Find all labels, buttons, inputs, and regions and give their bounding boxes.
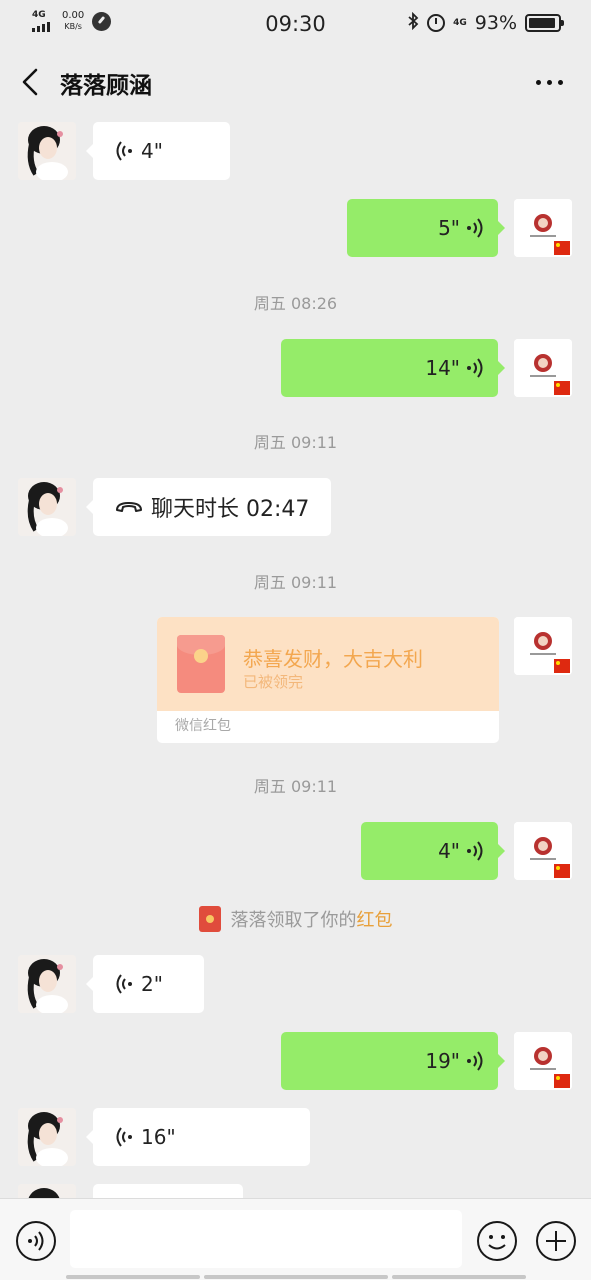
battery-icon — [525, 14, 564, 32]
message-row: 19" — [0, 1032, 591, 1090]
chevron-left-icon[interactable] — [18, 66, 46, 98]
system-message: 落落领取了你的 红包 — [0, 905, 591, 933]
timestamp: 周五 09:11 — [253, 777, 338, 796]
voice-message[interactable] — [93, 1184, 243, 1198]
avatar[interactable] — [18, 1184, 76, 1198]
bluetooth-icon — [407, 11, 419, 34]
voice-wave-icon — [116, 1127, 132, 1147]
timestamp: 周五 09:11 — [253, 573, 338, 592]
status-right: 4G 93% — [407, 11, 564, 34]
voice-duration: 2" — [141, 972, 163, 996]
red-packet-title: 恭喜发财，大吉大利 — [243, 647, 423, 671]
system-text: 落落领取了你的 — [230, 910, 357, 931]
call-message[interactable]: 聊天时长 02:47 — [86, 478, 331, 536]
more-icon[interactable] — [536, 80, 563, 85]
voice-wave-icon — [467, 841, 483, 861]
voice-duration: 14" — [425, 356, 460, 380]
voice-message[interactable]: 5" — [347, 199, 505, 257]
voice-duration: 5" — [438, 216, 460, 240]
timestamp: 周五 08:26 — [253, 294, 338, 313]
red-packet-status: 已被领完 — [243, 673, 304, 691]
plus-icon[interactable] — [536, 1221, 576, 1261]
message-row: 14" — [0, 339, 591, 397]
message-row: 恭喜发财，大吉大利 已被领完 微信红包 — [0, 617, 591, 743]
avatar[interactable] — [18, 122, 76, 180]
home-indicator — [204, 1275, 388, 1279]
voice-message[interactable]: 4" — [361, 822, 505, 880]
message-row: 2" — [0, 955, 591, 1013]
message-row: 4" — [0, 822, 591, 880]
voice-wave-icon — [116, 974, 132, 994]
red-packet-card[interactable]: 恭喜发财，大吉大利 已被领完 微信红包 — [157, 617, 499, 743]
voice-message[interactable]: 2" — [86, 955, 204, 1013]
avatar[interactable] — [514, 339, 572, 397]
chat-area[interactable]: 4" 5" 周五 08:26 14" 周五 09:11 聊天时长 02:47 周… — [0, 116, 591, 1198]
voice-message[interactable]: 16" — [86, 1108, 310, 1166]
voice-duration: 4" — [141, 139, 163, 163]
message-row: 16" — [0, 1108, 591, 1166]
voice-wave-icon — [116, 141, 132, 161]
alarm-icon — [427, 14, 446, 32]
voice-duration: 19" — [425, 1049, 460, 1073]
voice-message[interactable]: 4" — [86, 122, 230, 180]
voice-icon[interactable] — [16, 1221, 56, 1261]
voice-wave-icon — [467, 1051, 483, 1071]
voice-wave-icon — [467, 218, 483, 238]
chat-header: 落落顾涵 — [0, 48, 591, 116]
avatar[interactable] — [18, 1108, 76, 1166]
timestamp: 周五 09:11 — [253, 433, 338, 452]
voice-duration: 4" — [438, 839, 460, 863]
phone-icon — [116, 502, 142, 512]
message-row: 4" — [0, 122, 591, 180]
message-row — [0, 1184, 591, 1198]
voice-wave-icon — [467, 358, 483, 378]
message-row: 聊天时长 02:47 — [0, 478, 591, 536]
battery-percent: 93% — [474, 12, 517, 34]
message-input[interactable] — [70, 1210, 462, 1268]
voice-duration: 16" — [141, 1125, 176, 1149]
input-bar — [0, 1198, 591, 1280]
home-indicator — [392, 1275, 526, 1279]
red-packet-icon — [198, 906, 221, 932]
red-packet-body: 恭喜发财，大吉大利 已被领完 — [157, 617, 499, 711]
avatar[interactable] — [514, 617, 572, 675]
avatar[interactable] — [18, 955, 76, 1013]
network-type-right: 4G — [453, 17, 467, 28]
avatar[interactable] — [514, 822, 572, 880]
message-row: 5" — [0, 199, 591, 257]
avatar[interactable] — [18, 478, 76, 536]
red-packet-icon — [177, 635, 225, 693]
emoji-icon[interactable] — [477, 1221, 517, 1261]
avatar[interactable] — [514, 199, 572, 257]
avatar[interactable] — [514, 1032, 572, 1090]
voice-message[interactable]: 14" — [281, 339, 505, 397]
page-title: 落落顾涵 — [60, 73, 152, 99]
voice-message[interactable]: 19" — [281, 1032, 505, 1090]
home-indicator — [66, 1275, 200, 1279]
call-duration: 聊天时长 02:47 — [151, 497, 310, 522]
red-packet-link[interactable]: 红包 — [357, 906, 393, 932]
battery-fill — [529, 18, 556, 28]
red-packet-footer: 微信红包 — [175, 718, 231, 734]
status-bar: 4G 0.00 KB/s 09:30 4G 93% — [0, 0, 591, 48]
